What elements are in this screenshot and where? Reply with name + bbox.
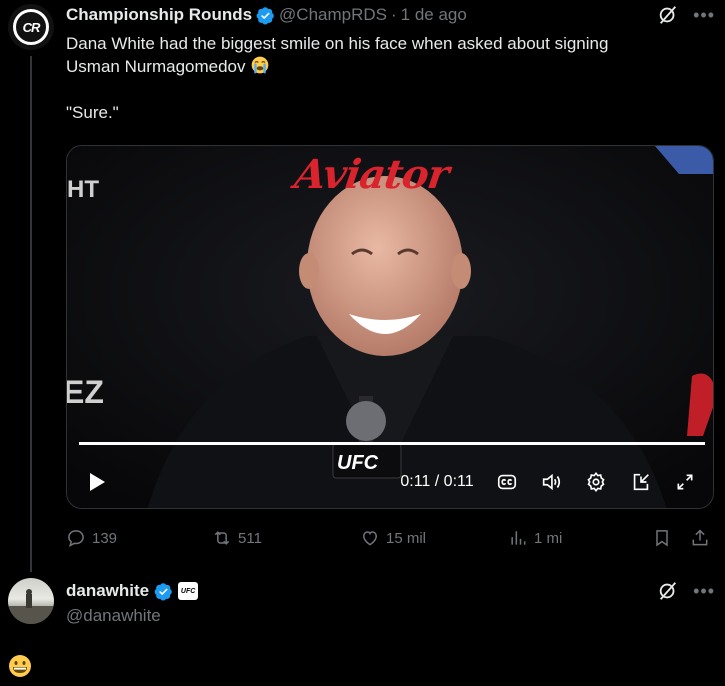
play-icon [90,473,105,491]
tweet-text-line1: Dana White had the biggest smile on his … [66,34,609,53]
reply-count: 139 [92,529,118,547]
volume-button[interactable] [538,462,564,502]
tweet-action-bar: 139 511 15 mil 1 mi [66,524,714,552]
video-progress-bar[interactable] [79,442,705,445]
tweet-header: Championship Rounds @ChampRDS · 1 de ago [66,4,467,26]
avatar-photo [8,589,54,624]
grok-icon[interactable] [657,4,679,26]
bookmark-icon [656,530,668,547]
tweet-text-line2: Usman Nurmagomedov [66,57,246,76]
tweet-text: Dana White had the biggest smile on his … [66,32,706,147]
like-count: 15 mil [386,529,427,547]
video-progress-fill [79,442,705,445]
reply-button[interactable]: 139 [66,524,117,552]
more-options-icon[interactable]: ••• [693,5,715,26]
video-controls: 0:11 / 0:11 [67,462,713,502]
settings-button[interactable] [584,462,608,502]
share-button[interactable] [690,524,710,552]
fullscreen-icon [677,474,693,490]
views-analytics-icon [511,531,526,545]
author-handle[interactable]: @ChampRDS [279,5,387,25]
avatar[interactable]: CR [8,4,54,50]
reply-author-handle[interactable]: @danawhite [66,606,161,626]
play-button[interactable] [85,462,109,502]
video-time: 0:11 / 0:11 [400,473,474,490]
thread-connector-line [30,56,32,572]
grok-icon[interactable] [657,580,679,602]
verified-badge-icon[interactable] [256,6,275,25]
video-player[interactable]: Aviator HT EZ UFC 0:11 / 0:11 [66,145,714,509]
view-count: 1 mi [534,529,563,547]
repost-icon [214,531,230,545]
verified-badge-icon[interactable] [154,582,173,601]
picture-in-picture-button[interactable] [629,462,653,502]
captions-button[interactable] [495,462,519,502]
views-button[interactable]: 1 mi [508,524,562,552]
author-name[interactable]: Championship Rounds [66,5,252,25]
picture-in-picture-icon [633,473,649,491]
repost-button[interactable]: 511 [212,524,262,552]
settings-icon [587,471,605,493]
backdrop-text-bottom: EZ [66,374,104,410]
avatar-initials: CR [22,19,41,35]
share-icon [692,529,708,546]
reply-header: dana​white UFC [66,580,199,602]
tweet-quote: "Sure." [66,103,119,122]
repost-count: 511 [238,529,262,547]
ufc-affiliate-badge[interactable]: UFC [178,582,199,600]
tweet-top-actions: ••• [657,4,715,26]
bookmark-button[interactable] [652,524,672,552]
volume-icon [542,473,561,491]
separator-dot: · [391,5,397,24]
grinning-face-emoji-icon [9,655,31,677]
aviator-backdrop-logo: Aviator [291,151,452,198]
loudly-crying-face-emoji-icon [251,56,269,74]
captions-icon [497,474,517,490]
heart-icon [362,531,378,546]
reply-top-actions: ••• [657,580,715,602]
fullscreen-button[interactable] [673,462,697,502]
like-button[interactable]: 15 mil [360,524,426,552]
backdrop-text-top: HT [67,176,99,203]
timestamp[interactable]: 1 de ago [401,5,467,25]
video-frame [67,146,713,508]
more-options-icon[interactable]: ••• [693,581,715,602]
reply-author-name[interactable]: dana​white [66,581,149,601]
reply-avatar[interactable] [8,578,54,624]
reply-icon [68,530,84,547]
